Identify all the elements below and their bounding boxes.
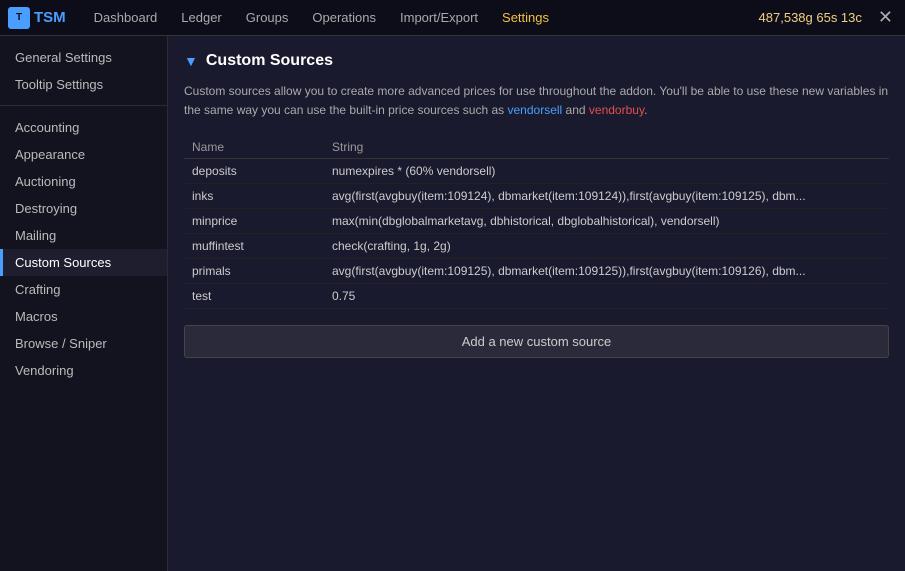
custom-sources-table: Name String deposits numexpires * (60% v… xyxy=(184,136,889,309)
cell-string: 0.75 xyxy=(324,284,889,309)
logo-text: TSM xyxy=(34,9,66,26)
table-row[interactable]: minprice max(min(dbglobalmarketavg, dbhi… xyxy=(184,209,889,234)
sidebar-item-tooltip-settings[interactable]: Tooltip Settings xyxy=(0,71,167,98)
cell-name: muffintest xyxy=(184,234,324,259)
sidebar: General Settings Tooltip Settings Accoun… xyxy=(0,36,168,571)
section-arrow: ▼ xyxy=(184,53,198,69)
desc-part5: . xyxy=(644,103,647,117)
col-header-name: Name xyxy=(184,136,324,159)
link-vendorbuy[interactable]: vendorbuy xyxy=(589,103,644,117)
description: Custom sources allow you to create more … xyxy=(184,82,889,120)
cell-string: numexpires * (60% vendorsell) xyxy=(324,159,889,184)
cell-string: avg(first(avgbuy(item:109125), dbmarket(… xyxy=(324,259,889,284)
table-row[interactable]: deposits numexpires * (60% vendorsell) xyxy=(184,159,889,184)
table-row[interactable]: test 0.75 xyxy=(184,284,889,309)
table-row[interactable]: primals avg(first(avgbuy(item:109125), d… xyxy=(184,259,889,284)
link-vendorsell[interactable]: vendorsell xyxy=(508,103,563,117)
nav-ledger[interactable]: Ledger xyxy=(169,0,233,36)
table-row[interactable]: inks avg(first(avgbuy(item:109124), dbma… xyxy=(184,184,889,209)
close-button[interactable]: ✕ xyxy=(874,7,897,28)
cell-string: max(min(dbglobalmarketavg, dbhistorical,… xyxy=(324,209,889,234)
logo[interactable]: T TSM xyxy=(8,7,66,29)
sidebar-item-destroying[interactable]: Destroying xyxy=(0,195,167,222)
layout: General Settings Tooltip Settings Accoun… xyxy=(0,36,905,571)
add-custom-source-button[interactable]: Add a new custom source xyxy=(184,325,889,358)
section-header: ▼ Custom Sources xyxy=(184,52,889,70)
topnav: T TSM Dashboard Ledger Groups Operations… xyxy=(0,0,905,36)
cell-name: deposits xyxy=(184,159,324,184)
cell-string: check(crafting, 1g, 2g) xyxy=(324,234,889,259)
cell-name: inks xyxy=(184,184,324,209)
cell-name: test xyxy=(184,284,324,309)
sidebar-item-vendoring[interactable]: Vendoring xyxy=(0,357,167,384)
cell-name: minprice xyxy=(184,209,324,234)
sidebar-item-auctioning[interactable]: Auctioning xyxy=(0,168,167,195)
nav-groups[interactable]: Groups xyxy=(234,0,301,36)
cell-name: primals xyxy=(184,259,324,284)
gold-display: 487,538g 65s 13c xyxy=(759,10,862,25)
sidebar-item-mailing[interactable]: Mailing xyxy=(0,222,167,249)
sidebar-item-accounting[interactable]: Accounting xyxy=(0,114,167,141)
tsm-icon: T xyxy=(8,7,30,29)
sidebar-item-general-settings[interactable]: General Settings xyxy=(0,44,167,71)
nav-settings[interactable]: Settings xyxy=(490,0,561,36)
nav-importexport[interactable]: Import/Export xyxy=(388,0,490,36)
sidebar-item-macros[interactable]: Macros xyxy=(0,303,167,330)
sidebar-item-browse-sniper[interactable]: Browse / Sniper xyxy=(0,330,167,357)
main-content: ▼ Custom Sources Custom sources allow yo… xyxy=(168,36,905,571)
table-row[interactable]: muffintest check(crafting, 1g, 2g) xyxy=(184,234,889,259)
cell-string: avg(first(avgbuy(item:109124), dbmarket(… xyxy=(324,184,889,209)
sidebar-item-appearance[interactable]: Appearance xyxy=(0,141,167,168)
nav-dashboard[interactable]: Dashboard xyxy=(82,0,170,36)
sidebar-item-crafting[interactable]: Crafting xyxy=(0,276,167,303)
desc-part3: and xyxy=(562,103,589,117)
sidebar-item-custom-sources[interactable]: Custom Sources xyxy=(0,249,167,276)
col-header-string: String xyxy=(324,136,889,159)
nav-operations[interactable]: Operations xyxy=(300,0,388,36)
section-title: Custom Sources xyxy=(206,52,333,70)
